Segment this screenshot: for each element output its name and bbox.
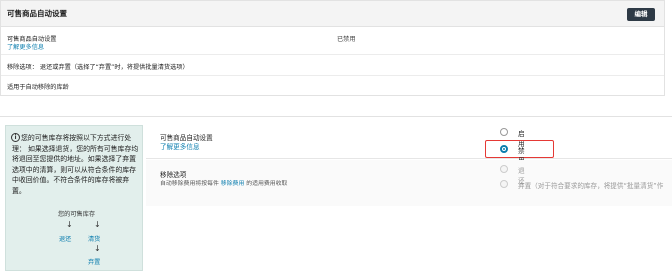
info-box: i 您的可售库存将按照以下方式进行处理： 如果选择退货，您的所有可售库存均将退回… <box>5 125 143 271</box>
flow-liquidate: 清货 <box>88 236 101 243</box>
learn-more-link[interactable]: 了解更多信息 <box>160 141 200 151</box>
removal-sub-prefix: 自动移除费用将按每件 <box>160 181 219 187</box>
summary-header: 可售商品自动设置 编辑 <box>1 1 664 27</box>
summary-row-removal: 移除选项： 退还或弃置（选择了“弃置”时，将提供批量清货选项） <box>1 55 664 76</box>
summary-status-value: 已禁用 <box>337 36 356 43</box>
summary-row-age: 适用于自动移除的库龄 <box>1 76 664 96</box>
removal-sub-suffix: 的适用费用收取 <box>246 181 288 187</box>
radio-return-circle[interactable] <box>500 165 508 173</box>
auto-settings-summary-panel: 可售商品自动设置 编辑 可售商品自动设置 了解更多信息 已禁用 移除选项： 退还… <box>0 0 665 96</box>
edit-button[interactable]: 编辑 <box>627 8 655 21</box>
removal-fee-link[interactable]: 移除费用 <box>221 181 245 187</box>
summary-title: 可售商品自动设置 <box>7 9 67 18</box>
flow-dispose: 弃置 <box>88 259 101 266</box>
auto-setting-section: 可售商品自动设置 了解更多信息 启用 禁用 <box>146 125 672 165</box>
arrow-down-icon: ↓ <box>94 244 101 253</box>
arrow-down-icon: ↓ <box>94 220 101 229</box>
inventory-age-text: 适用于自动移除的库龄 <box>7 84 69 91</box>
summary-row-settings: 可售商品自动设置 了解更多信息 已禁用 <box>1 27 664 55</box>
flow-sellable-inventory: 您的可售库存 <box>58 211 96 218</box>
removal-subtitle: 自动移除费用将按每件 移除费用 的适用费用收取 <box>160 178 287 187</box>
radio-disable-circle[interactable] <box>500 145 508 153</box>
radio-dispose-circle[interactable] <box>500 180 508 188</box>
removal-options-text: 移除选项： 退还或弃置（选择了“弃置”时，将提供批量清货选项） <box>7 64 189 71</box>
auto-settings-edit-panel: i 您的可售库存将按照以下方式进行处理： 如果选择退货，您的所有可售库存均将退回… <box>0 116 672 276</box>
settings-form: 可售商品自动设置 了解更多信息 启用 禁用 移除选项 自动移除费用将按每件 移除… <box>146 125 672 271</box>
removal-options-section: 移除选项 自动移除费用将按每件 移除费用 的适用费用收取 退还 弃置（对于符合要… <box>146 160 672 206</box>
info-text: 您的可售库存将按照以下方式进行处理： 如果选择退货，您的所有可售库存均将退回至您… <box>12 134 139 195</box>
learn-more-link[interactable]: 了解更多信息 <box>7 42 44 51</box>
arrow-down-icon: ↓ <box>66 220 73 229</box>
radio-enable-circle[interactable] <box>500 128 508 136</box>
radio-dispose-label: 弃置（对于符合要求的库存，将提供“批量清货”作 <box>518 182 664 190</box>
flow-return: 退还 <box>59 236 72 243</box>
